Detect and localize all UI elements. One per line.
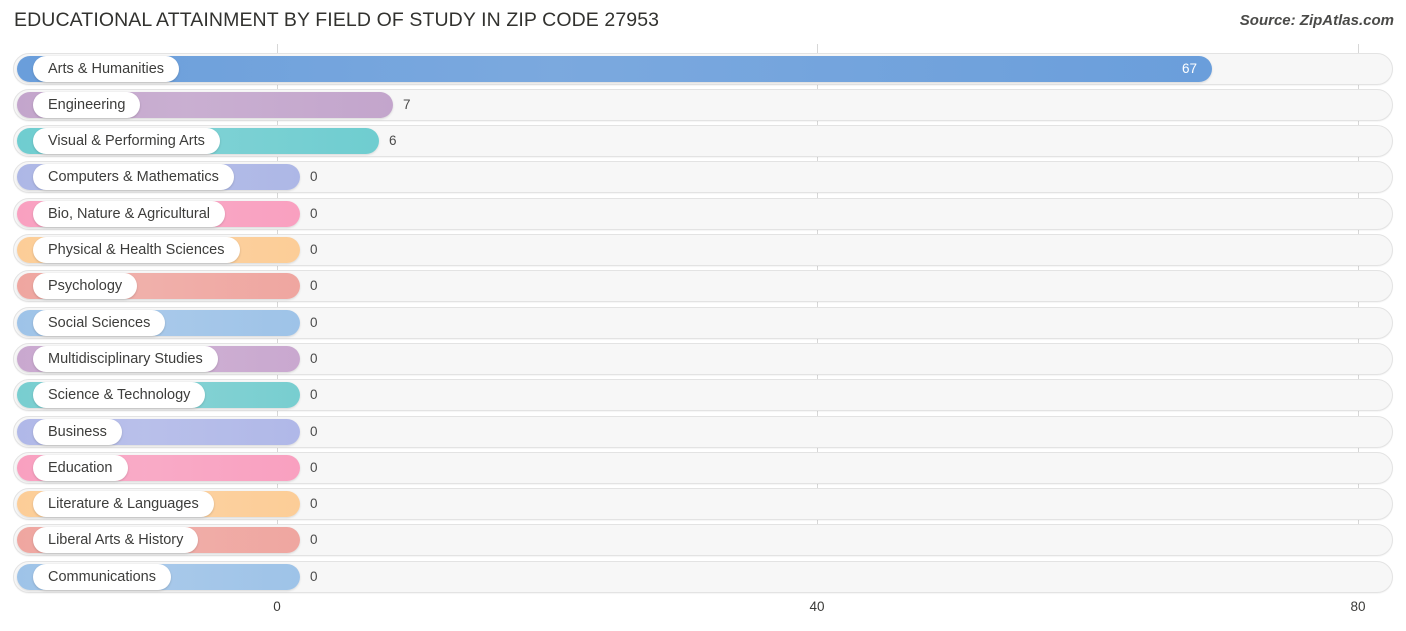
bar-label: Engineering <box>33 91 141 118</box>
bar-value-label: 67 <box>1182 60 1198 76</box>
bar-label: Multidisciplinary Studies <box>33 345 218 372</box>
bar-row[interactable]: Literature & Languages 0 <box>0 488 1406 521</box>
bar-label: Communications <box>33 563 171 590</box>
bar-row[interactable]: Visual & Performing Arts 6 <box>0 125 1406 158</box>
bar-row[interactable]: Multidisciplinary Studies 0 <box>0 342 1406 375</box>
bar-value-label: 0 <box>310 205 318 221</box>
bar-label: Visual & Performing Arts <box>33 128 220 155</box>
bar-label: Psychology <box>33 273 138 300</box>
bar-row[interactable]: Business 0 <box>0 415 1406 448</box>
bar-row[interactable]: Communications 0 <box>0 560 1406 593</box>
bar-label: Arts & Humanities <box>33 55 180 82</box>
bar-row[interactable]: Physical & Health Sciences 0 <box>0 234 1406 266</box>
bar-label: Computers & Mathematics <box>33 164 234 191</box>
bar-row[interactable]: Engineering 7 <box>0 88 1406 121</box>
bar-label: Bio, Nature & Agricultural <box>33 200 225 227</box>
bar-label: Literature & Languages <box>33 491 214 518</box>
source-credit: Source: ZipAtlas.com <box>1239 12 1394 29</box>
bar-row[interactable]: Liberal Arts & History 0 <box>0 524 1406 557</box>
bar-row[interactable]: Science & Technology 0 <box>0 379 1406 412</box>
bar-value-label: 0 <box>310 387 318 403</box>
bar-arts-humanities[interactable] <box>17 55 1212 82</box>
bar-row[interactable]: Education 0 <box>0 451 1406 484</box>
bar-row[interactable]: Computers & Mathematics 0 <box>0 161 1406 194</box>
chart-header: EDUCATIONAL ATTAINMENT BY FIELD OF STUDY… <box>0 0 1406 44</box>
bar-value-label: 0 <box>310 496 318 512</box>
bar-label: Business <box>33 418 122 445</box>
x-axis-tick-0: 0 <box>273 599 281 614</box>
bar-label: Education <box>33 454 128 481</box>
bar-row[interactable]: Bio, Nature & Agricultural 0 <box>0 197 1406 230</box>
bar-row[interactable]: Arts & Humanities 67 <box>0 52 1406 85</box>
bar-label: Liberal Arts & History <box>33 527 199 554</box>
bar-value-label: 0 <box>310 350 318 366</box>
bar-row[interactable]: Psychology 0 <box>0 270 1406 303</box>
x-axis-tick-80: 80 <box>1350 599 1366 614</box>
bar-label: Science & Technology <box>33 382 206 409</box>
chart-plot-area: Arts & Humanities 67 Engineering 7 Visual & … <box>0 44 1406 597</box>
bar-value-label: 7 <box>403 96 411 112</box>
bar-value-label: 0 <box>310 423 318 439</box>
x-axis-tick-40: 40 <box>809 599 825 614</box>
bar-value-label: 0 <box>310 532 318 548</box>
bar-value-label: 0 <box>310 459 318 475</box>
bar-label: Social Sciences <box>33 309 166 336</box>
bar-value-label: 6 <box>389 133 397 149</box>
page-title: EDUCATIONAL ATTAINMENT BY FIELD OF STUDY… <box>14 9 660 31</box>
bar-value-label: 0 <box>310 314 318 330</box>
x-axis: 0 40 80 <box>0 597 1406 631</box>
bar-value-label: 0 <box>310 278 318 294</box>
bar-value-label: 0 <box>310 242 318 257</box>
bar-row[interactable]: Social Sciences 0 <box>0 306 1406 339</box>
bar-label: Physical & Health Sciences <box>33 237 240 263</box>
bar-value-label: 0 <box>310 568 318 584</box>
bar-value-label: 0 <box>310 169 318 185</box>
